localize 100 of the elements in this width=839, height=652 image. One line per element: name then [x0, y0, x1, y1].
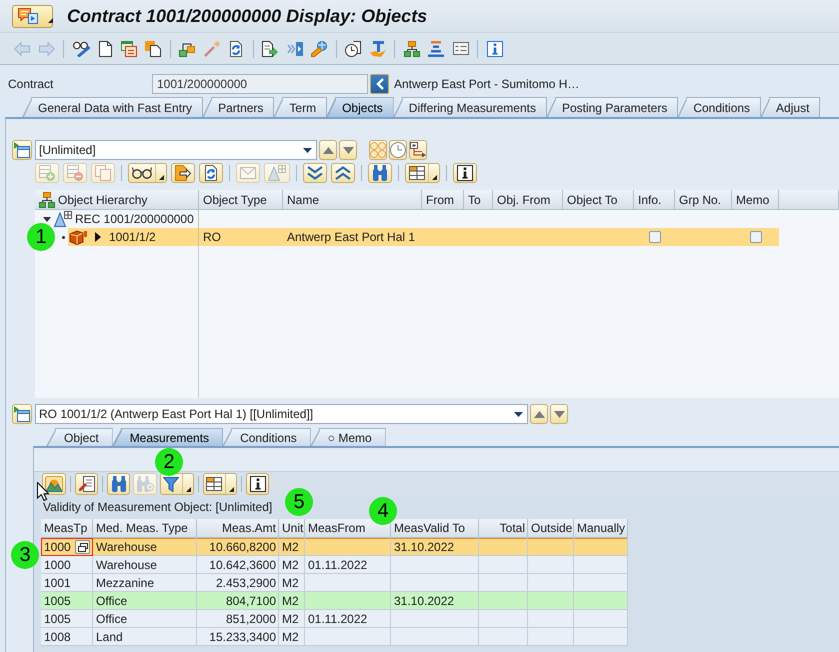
info-icon: [486, 40, 502, 56]
triangle-up-icon: [534, 410, 544, 418]
dropdown-button[interactable]: [405, 163, 440, 183]
column-header[interactable]: Meas.Amt: [197, 519, 279, 538]
toolbar-button[interactable]: [262, 40, 278, 56]
column-header[interactable]: From: [422, 190, 464, 210]
dropdown-button[interactable]: [128, 163, 167, 183]
toolbar-button[interactable]: [171, 163, 195, 183]
up-button[interactable]: [319, 140, 337, 160]
down-button[interactable]: [339, 140, 357, 160]
toolbar-button[interactable]: [199, 163, 223, 183]
field-label: Contract: [7, 77, 54, 91]
toolbar-button[interactable]: [75, 473, 98, 495]
tab[interactable]: Posting Parameters: [546, 97, 678, 117]
variant-dropdown[interactable]: [Unlimited]: [35, 140, 317, 160]
tab[interactable]: Term: [273, 97, 328, 117]
column-header[interactable]: Grp No.: [675, 190, 732, 210]
column-header[interactable]: MeasFrom: [305, 519, 391, 538]
up-button[interactable]: [530, 404, 548, 424]
tab[interactable]: Objects: [326, 97, 394, 117]
toolbar-button[interactable]: [228, 40, 244, 56]
dropdown-caret-icon: [303, 148, 312, 152]
column-header[interactable]: Name: [283, 190, 422, 210]
table-row[interactable]: 1005 Office 804,7100 M2 31.10.2022: [41, 592, 628, 610]
tab[interactable]: Adjust: [760, 97, 820, 117]
toolbar-button[interactable]: [72, 40, 90, 56]
window-title: Contract 1001/200000000 Display: Objects: [67, 6, 428, 26]
toolbar-button[interactable]: [409, 140, 427, 160]
tab[interactable]: Differing Measurements: [392, 97, 547, 117]
tab[interactable]: Object: [46, 428, 113, 446]
tab[interactable]: Conditions: [222, 428, 311, 446]
column-header[interactable]: MeasValid To: [391, 519, 479, 538]
caret-icon: [48, 18, 53, 22]
column-header[interactable]: Memo: [732, 190, 779, 210]
tab[interactable]: Conditions: [677, 97, 762, 117]
contract-field[interactable]: 1001/200000000: [152, 74, 368, 94]
tab[interactable]: Partners: [202, 97, 274, 117]
column-header[interactable]: Object Hierarchy: [35, 190, 199, 210]
toolbar-button[interactable]: [145, 40, 161, 56]
table-row[interactable]: 1000 Warehouse 10.642,3600 M2 01.11.2022: [41, 556, 628, 574]
collapse-button[interactable]: [370, 74, 389, 94]
bubble-document-icon: [18, 8, 38, 24]
header-filler: [779, 190, 839, 210]
toggle-button[interactable]: [12, 404, 32, 424]
column-header[interactable]: Total: [479, 519, 528, 538]
column-header[interactable]: To: [464, 190, 493, 210]
contract-description: Antwerp East Port - Sumitomo H…: [394, 77, 580, 91]
export-icon: [175, 165, 191, 181]
align-center-icon: [428, 40, 444, 56]
double-chevron-down-icon: [307, 166, 323, 180]
column-header[interactable]: Info.: [634, 190, 675, 210]
blank-page-icon: [99, 40, 112, 56]
row-minus-icon: [67, 165, 83, 181]
column-header[interactable]: Med. Meas. Type: [93, 519, 197, 538]
binoculars-icon: [372, 165, 388, 181]
window-arrow-icon: [14, 142, 30, 158]
table-row[interactable]: 1001 Mezzanine 2.453,2900 M2: [41, 574, 628, 592]
toolbar-button[interactable]: [246, 473, 269, 495]
clock-grid-icon: [370, 142, 386, 158]
object-dropdown[interactable]: RO 1001/1/2 (Antwerp East Port Hal 1) [[Unlimited]]: [35, 404, 528, 424]
back-arrow-icon: [14, 42, 30, 56]
tree-node-label[interactable]: 1001/1/2: [109, 230, 156, 244]
toolbar-button[interactable]: [453, 163, 477, 183]
pencil-globe-icon: [311, 40, 327, 56]
table-row[interactable]: 1000 Warehouse 10.660,8200 M2 31.10.2022: [41, 538, 628, 556]
toolbar-button[interactable]: [404, 40, 420, 56]
tab[interactable]: General Data with Fast Entry: [22, 97, 204, 117]
column-header[interactable]: Manually: [574, 519, 628, 538]
column-header[interactable]: MeasTp: [41, 519, 93, 538]
dropdown-button[interactable]: [203, 473, 237, 495]
down-button[interactable]: [550, 404, 568, 424]
tree-row[interactable]: 1001/1/2 RO Antwerp East Port Hal 1: [68, 228, 779, 246]
info-icon: [457, 165, 473, 181]
window-arrow-icon: [14, 406, 30, 422]
table-row[interactable]: 1008 Land 15.233,3400 M2: [41, 628, 628, 646]
binoculars-icon: [110, 476, 126, 492]
column-header[interactable]: Unit: [279, 519, 305, 538]
tree-dot-icon: [62, 236, 65, 238]
dropdown-button[interactable]: [160, 473, 194, 495]
tab[interactable]: Measurements: [112, 428, 224, 446]
toolbar-button[interactable]: [179, 40, 195, 56]
dropdown-caret-icon: [514, 412, 523, 416]
cell-value: 1000: [44, 540, 71, 554]
tree-node-label[interactable]: REC 1001/200000000: [75, 212, 194, 226]
tab[interactable]: ○ Memo: [310, 428, 386, 446]
table-row[interactable]: 1005 Office 851,2000 M2 01.11.2022: [41, 610, 628, 628]
column-header[interactable]: Object To: [563, 190, 634, 210]
menu-button[interactable]: [12, 4, 53, 28]
toolbar-button[interactable]: [99, 40, 112, 56]
column-header[interactable]: Object Type: [199, 190, 283, 210]
toolbar-button[interactable]: [345, 40, 361, 56]
column-header[interactable]: Obj. From: [493, 190, 563, 210]
toggle-button[interactable]: [12, 140, 32, 160]
checkbox[interactable]: [750, 231, 762, 243]
toolbar-button[interactable]: [42, 473, 66, 495]
column-header[interactable]: Outside: [528, 519, 574, 538]
window-icon: [78, 542, 88, 552]
checkbox[interactable]: [648, 231, 660, 243]
table-cell: 15.233,3400: [197, 628, 279, 646]
value-help-button[interactable]: [75, 540, 90, 554]
